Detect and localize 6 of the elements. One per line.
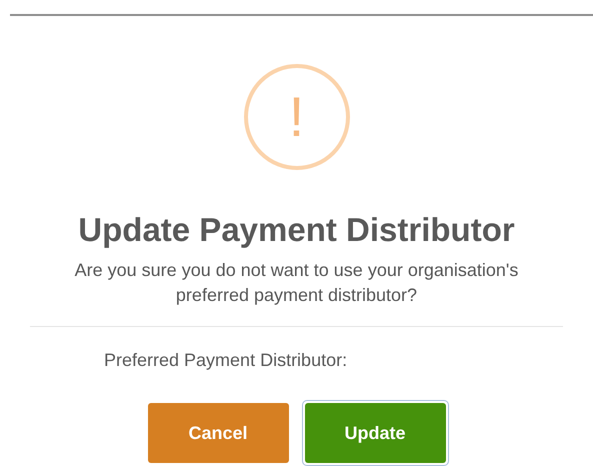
warning-icon: ! xyxy=(244,64,350,170)
cancel-button[interactable]: Cancel xyxy=(148,403,288,463)
dialog-message: Are you sure you do not want to use your organisation's preferred payment distributor? xyxy=(74,259,518,308)
update-button[interactable]: Update xyxy=(304,403,446,463)
field-label: Preferred Payment Distributor: xyxy=(104,349,348,372)
dialog-title: Update Payment Distributor xyxy=(77,210,516,250)
